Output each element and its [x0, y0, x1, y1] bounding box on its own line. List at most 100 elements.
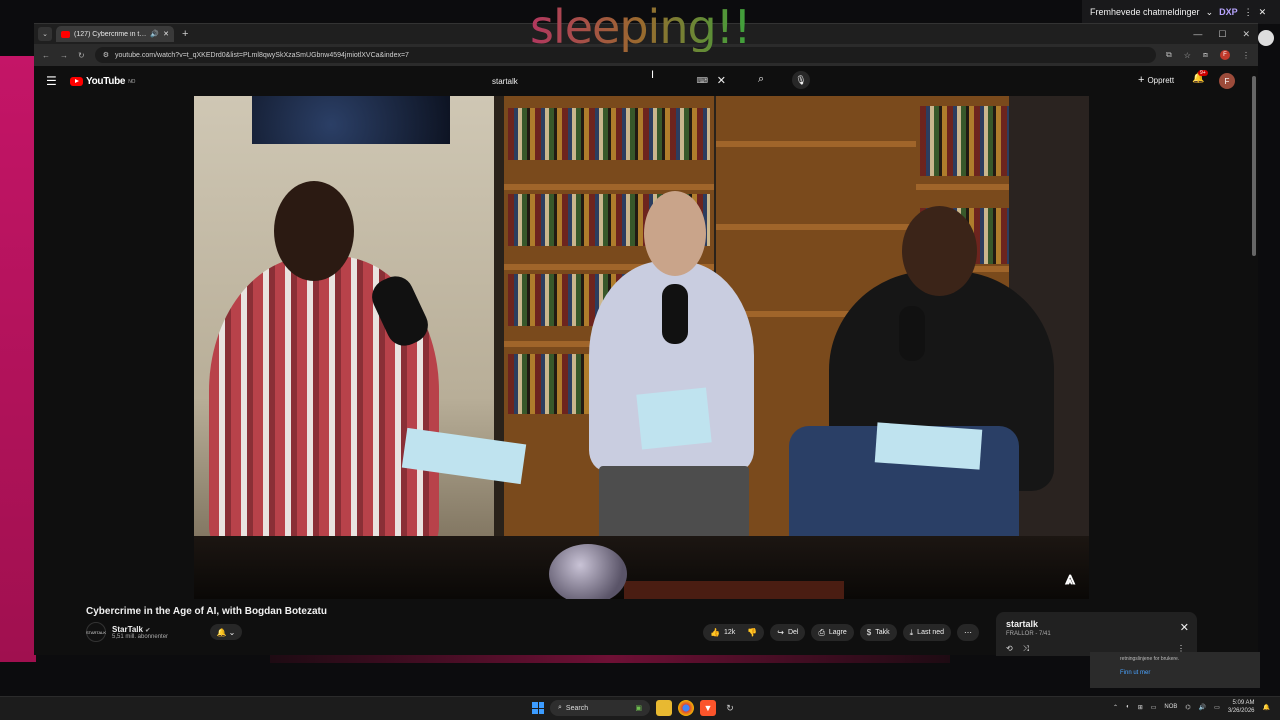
- minimize-icon[interactable]: —: [1193, 29, 1202, 40]
- notification-link[interactable]: Finn ut mer: [1120, 670, 1230, 676]
- share-label: Del: [787, 629, 799, 636]
- playlist-controls: ⟲ ⤨: [1006, 644, 1029, 654]
- stream-overlay-bar[interactable]: Fremhevede chatmeldinger ⌄ DXP ⋮ ✕: [1082, 0, 1280, 24]
- audio-icon[interactable]: 🔊: [150, 30, 159, 38]
- channel-row: STARTALK StarTalk ✔ 5,51 mill. abonnente…: [86, 622, 243, 642]
- tray-app-icon[interactable]: ◐: [1126, 704, 1130, 710]
- language-indicator[interactable]: NOB: [1164, 704, 1177, 710]
- search-input[interactable]: startalk ⌨ ✕: [484, 70, 756, 92]
- thanks-button[interactable]: $ Takk: [859, 624, 897, 641]
- file-explorer-icon[interactable]: [656, 700, 672, 716]
- clear-search-icon[interactable]: ✕: [717, 74, 726, 87]
- scene-books: [508, 108, 710, 160]
- scrollbar-thumb[interactable]: [1252, 76, 1256, 256]
- channel-name[interactable]: StarTalk ✔: [112, 625, 168, 634]
- like-button[interactable]: 👍 12k 👎: [703, 624, 765, 641]
- notification-count: 9+: [1198, 70, 1208, 76]
- notification-text: retningslinjene for brukere.: [1120, 656, 1180, 662]
- battery-icon[interactable]: ▭: [1214, 704, 1220, 711]
- scene-paper: [874, 422, 983, 470]
- more-actions-button[interactable]: ⋯: [957, 624, 980, 641]
- bell-icon: 🔔: [216, 627, 227, 637]
- playlist-title: startalk: [1006, 619, 1039, 629]
- forward-icon[interactable]: →: [60, 51, 68, 60]
- scene-shelf: [716, 141, 916, 147]
- thanks-label: Takk: [875, 629, 890, 636]
- scene-microphone: [662, 284, 688, 344]
- share-button[interactable]: ↪ Del: [770, 624, 806, 641]
- save-label: Lagre: [828, 629, 847, 636]
- channel-avatar[interactable]: STARTALK: [86, 622, 106, 642]
- youtube-header: ☰ YouTube NO startalk ⌨ ✕ ⌕ 🎙 + Opprett …: [34, 68, 1258, 96]
- playlist-panel[interactable]: startalk FRALLOR - 7/41 ✕ ⟲ ⤨ ⋮: [996, 612, 1197, 656]
- maximize-icon[interactable]: ☐: [1218, 29, 1226, 40]
- overlay-sleeping-text: sleeping!!: [530, 0, 752, 54]
- notifications-bell-icon[interactable]: 🔔 9+: [1192, 70, 1208, 84]
- new-tab-button[interactable]: +: [178, 28, 192, 40]
- page-scrollbar[interactable]: [1252, 72, 1256, 652]
- search-value: startalk: [492, 76, 518, 86]
- plus-icon: +: [1138, 74, 1145, 86]
- subscription-bell-button[interactable]: 🔔 ⌄: [210, 624, 243, 640]
- back-icon[interactable]: ←: [42, 51, 50, 60]
- reload-icon[interactable]: ↻: [78, 51, 85, 60]
- search-icon: ⌕: [558, 704, 562, 711]
- shuffle-icon[interactable]: ⤨: [1023, 644, 1029, 654]
- subscriber-count: 5,51 mill. abonnenter: [112, 633, 169, 640]
- channel-name-text: StarTalk: [112, 624, 143, 634]
- chrome-icon[interactable]: [678, 700, 694, 716]
- thanks-icon: $: [866, 628, 872, 637]
- text-cursor-icon: I: [651, 69, 655, 81]
- close-icon[interactable]: ✕: [1259, 7, 1267, 18]
- microphone-icon[interactable]: 🎙: [792, 71, 810, 89]
- volume-icon[interactable]: 🔊: [1199, 704, 1206, 711]
- video-title: Cybercrime in the Age of AI, with Bogdan…: [86, 606, 327, 617]
- taskbar: ⌕ Search ▣ ▼ ↻ ⌃ ◐ ⊞ ▭ NOB ⌬ 🔊 ▭ 5:09 AM…: [0, 696, 1280, 720]
- install-icon[interactable]: ⧉: [1166, 50, 1172, 60]
- loop-icon[interactable]: ⟲: [1006, 644, 1013, 654]
- youtube-logo-text: YouTube: [86, 76, 126, 87]
- save-button[interactable]: ⎙ Lagre: [811, 624, 854, 641]
- background-pink-panel: [0, 56, 36, 662]
- playlist-close-icon[interactable]: ✕: [1180, 621, 1189, 634]
- video-player[interactable]: ⩓: [194, 96, 1089, 599]
- extensions-icon[interactable]: ⧈: [1203, 50, 1208, 60]
- desktop: Fremhevede chatmeldinger ⌄ DXP ⋮ ✕ ⌄ (12…: [0, 0, 1280, 720]
- refresh-app-icon[interactable]: ↻: [722, 700, 738, 716]
- profile-icon[interactable]: F: [1220, 50, 1230, 60]
- tab-search-icon[interactable]: ⌄: [38, 27, 52, 41]
- youtube-logo[interactable]: YouTube NO: [70, 76, 135, 87]
- brave-icon[interactable]: ▼: [700, 700, 716, 716]
- keyboard-icon[interactable]: ⌨: [696, 76, 708, 85]
- tab-youtube[interactable]: (127) Cybercrime in the Age of AI, with …: [56, 26, 174, 42]
- tab-close-icon[interactable]: ✕: [163, 30, 169, 38]
- menu-icon[interactable]: ☰: [46, 75, 58, 87]
- clock[interactable]: 5:09 AM 3/26/2026: [1228, 699, 1255, 715]
- windows-start-icon[interactable]: [532, 702, 544, 714]
- scene-microphone: [899, 306, 925, 361]
- account-avatar[interactable]: F: [1219, 73, 1235, 89]
- download-button[interactable]: ⤓ Last ned: [902, 624, 952, 641]
- tray-app-icon[interactable]: ⊞: [1138, 704, 1143, 711]
- tray-chevron-icon[interactable]: ⌃: [1113, 704, 1118, 711]
- thumbs-down-icon[interactable]: 👎: [747, 628, 757, 637]
- stream-label: Fremhevede chatmeldinger: [1090, 7, 1200, 17]
- notification-center-icon[interactable]: 🔔: [1263, 704, 1270, 711]
- site-info-icon[interactable]: ⚙: [103, 51, 109, 59]
- create-label: Opprett: [1147, 75, 1175, 85]
- bookmark-star-icon[interactable]: ☆: [1184, 51, 1191, 60]
- stream-avatar: [1258, 30, 1274, 46]
- channel-info: StarTalk ✔ 5,51 mill. abonnenter: [112, 625, 168, 640]
- taskbar-search[interactable]: ⌕ Search ▣: [550, 700, 650, 716]
- tray-app-icon[interactable]: ▭: [1151, 704, 1157, 711]
- create-button[interactable]: + Opprett: [1138, 74, 1174, 86]
- browser-menu-icon[interactable]: ⋮: [1242, 51, 1250, 60]
- youtube-favicon-icon: [61, 30, 70, 38]
- search-icon[interactable]: ⌕: [758, 73, 764, 86]
- network-icon[interactable]: ⌬: [1185, 704, 1190, 711]
- clock-date: 3/26/2026: [1227, 708, 1255, 714]
- window-close-icon[interactable]: ✕: [1242, 29, 1250, 40]
- video-actions: 👍 12k 👎 ↪ Del ⎙ Lagre $ Takk ⤓ Last ned: [703, 624, 980, 641]
- more-icon[interactable]: ⋮: [1244, 7, 1253, 18]
- video-frame: [194, 96, 1089, 599]
